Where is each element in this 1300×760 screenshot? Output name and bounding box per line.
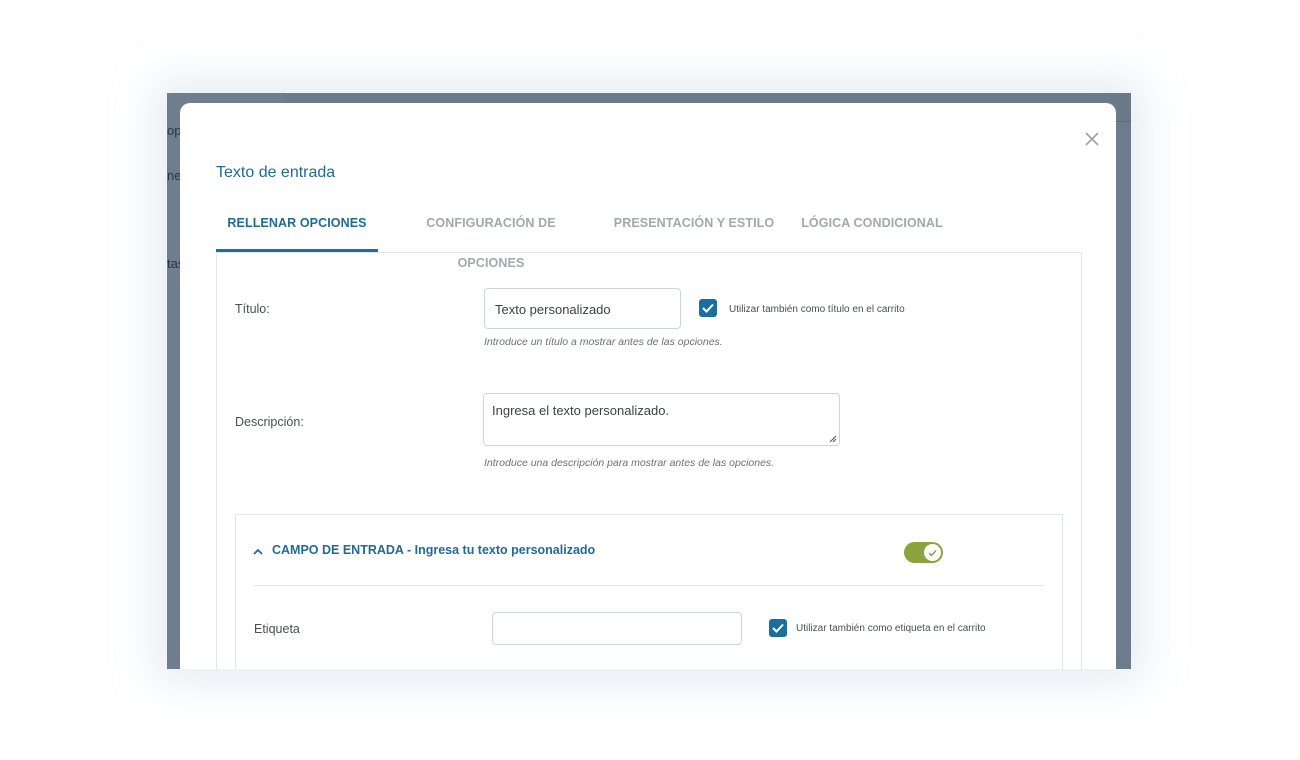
title-cart-checkbox[interactable] (699, 299, 717, 317)
tab-bar: RELLENAR OPCIONES CONFIGURACIÓN DE OPCIO… (216, 203, 1081, 270)
title-cart-checkbox-label: Utilizar también como título en el carri… (729, 304, 905, 315)
options-modal: Texto de entrada RELLENAR OPCIONES CONFI… (180, 103, 1116, 669)
modal-title: Texto de entrada (216, 164, 336, 181)
resize-grip-icon[interactable] (829, 435, 837, 443)
etiqueta-label: Etiqueta (254, 622, 300, 636)
label-cart-checkbox[interactable] (769, 619, 787, 637)
title-input[interactable]: Texto personalizado (484, 288, 681, 329)
description-label: Descripción: (235, 415, 304, 429)
input-field-header[interactable]: CAMPO DE ENTRADA - Ingresa tu texto pers… (272, 543, 595, 557)
app-window: op ner tas Texto de entrada RELLENAR OPC… (167, 93, 1131, 669)
chevron-up-icon[interactable] (252, 547, 264, 557)
tab-rellenar-opciones[interactable]: RELLENAR OPCIONES (216, 203, 378, 252)
title-help-text: Introduce un título a mostrar antes de l… (484, 336, 723, 348)
toggle-knob (924, 544, 941, 561)
check-icon (928, 549, 937, 557)
options-panel: Título: Texto personalizado Utilizar tam… (216, 252, 1082, 669)
description-value: Ingresa el texto personalizado. (492, 403, 670, 418)
input-field-section: CAMPO DE ENTRADA - Ingresa tu texto pers… (235, 514, 1063, 669)
etiqueta-input[interactable] (492, 612, 742, 645)
input-field-toggle[interactable] (904, 542, 943, 563)
tab-presentacion-estilo[interactable]: PRESENTACIÓN Y ESTILO (613, 203, 775, 252)
section-divider (254, 585, 1044, 586)
close-icon[interactable] (1083, 130, 1101, 148)
title-label: Título: (235, 302, 270, 316)
description-help-text: Introduce una descripción para mostrar a… (484, 457, 775, 469)
tab-configuracion-opciones[interactable]: CONFIGURACIÓN DE OPCIONES (394, 203, 588, 270)
description-textarea[interactable]: Ingresa el texto personalizado. (483, 393, 840, 446)
tab-logica-condicional[interactable]: LÓGICA CONDICIONAL (798, 203, 946, 252)
label-cart-checkbox-label: Utilizar también como etiqueta en el car… (796, 623, 986, 634)
